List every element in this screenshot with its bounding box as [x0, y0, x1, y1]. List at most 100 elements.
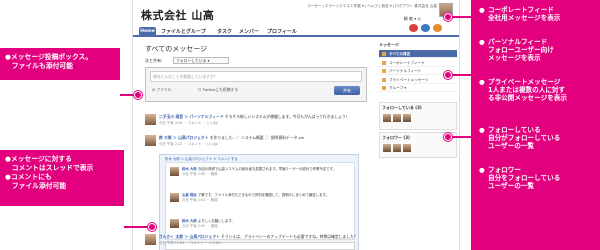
sidebar-item-label: グループ ▾	[389, 86, 407, 90]
share-label: 次と共有:	[145, 58, 163, 63]
bullet-icon: ●	[479, 78, 485, 86]
feed-icon	[382, 60, 386, 65]
twitter-label: Twitterにも投稿する	[202, 87, 239, 92]
sidebar-item-label: プライベートメッセージ	[389, 77, 429, 82]
following-panel: フォローしている (3)	[379, 102, 457, 130]
attach-file-button[interactable]: ⊘ ファイル	[152, 87, 172, 93]
avatar[interactable]	[145, 234, 156, 245]
feed-body: そろそろ新しいシステムが稼働します。今日もがんばって行きましょう!	[223, 114, 348, 119]
bullet-icon: ●	[479, 6, 485, 14]
paperclip-icon: ⊘	[152, 87, 156, 92]
main-content: すべてのメッセージ 次と共有: フォローしている ▾ 現在どんなことを取組してい…	[133, 38, 373, 250]
app-window: 株式会社 山高 ユーザー | エラーリクエスト件数 ▾ | ヘルプ | 設定 ▾…	[132, 0, 460, 250]
sidebar-item-label: すべての発言	[389, 52, 411, 56]
mail-icon	[382, 77, 386, 82]
feed-author[interactable]: 鈴 大郎 ＞ 山高パロジェクト	[159, 135, 209, 140]
feed-body: そういえば、プライバシーのアップデートも必要ですね。時期は確定しました？	[219, 234, 358, 239]
avatar[interactable]	[170, 219, 179, 228]
reply-author[interactable]: 山高 翔太	[182, 193, 197, 197]
bullet-icon: ●	[479, 166, 485, 174]
group-icon	[382, 86, 386, 90]
avatar[interactable]	[145, 114, 156, 125]
checkbox-icon: ☐	[198, 87, 202, 92]
sidebar-item-label: コーポレートフィード	[389, 60, 425, 65]
reply-body: 今回の改修で山高システムの設計者も変更されます。早速ユーザーの設計で作業予定です…	[197, 167, 336, 171]
callout-item-text: パーソナルフィード フォローユーザー向け メッセージを表示	[488, 38, 554, 63]
callout-marker	[444, 71, 452, 79]
bullet-icon: ●	[479, 38, 485, 46]
following-heading: フォローしている (3)	[382, 105, 422, 110]
feed-meta[interactable]: 今日 午後 3:54 ・ コメント ・ いいね!	[159, 120, 219, 125]
share-select[interactable]: フォローしている ▾	[173, 57, 229, 64]
thread-header[interactable]: 鈴木 大郎 ＞ 山高パロジェクト ✎ コメントする	[165, 156, 238, 161]
feed-icon	[382, 52, 386, 56]
sidebar-item-corporate[interactable]: コーポレートフィード	[379, 58, 457, 67]
callout-composer: ●メッセージ投稿ボックス。 ファイルも添付可能	[0, 48, 120, 80]
message-icon[interactable]	[421, 24, 430, 32]
feed-icon	[382, 69, 386, 73]
callout-thread-text: ●メッセージに対する コメントはスレッドで表示 ●コメントにも ファイル添付可能	[5, 155, 94, 190]
attach-label: ファイル	[156, 87, 172, 92]
avatar[interactable]	[383, 114, 391, 122]
company-logo[interactable]: 株式会社 山高	[141, 7, 214, 23]
callout-composer-text: ●メッセージ投稿ボックス。 ファイルも添付可能	[5, 53, 93, 70]
avatar[interactable]	[393, 114, 401, 122]
tab-tasks[interactable]: タスク	[217, 28, 232, 35]
callout-thread: ●メッセージに対する コメントはスレッドで表示 ●コメントにも ファイル添付可能	[0, 150, 124, 206]
tab-profile[interactable]: プロフィール	[267, 28, 297, 35]
tab-members[interactable]: メンバー	[239, 28, 259, 35]
avatar[interactable]	[393, 144, 401, 152]
message-composer: 現在どんなことを取組していますか？ ⊘ ファイル ☐ Twitterにも投稿する…	[145, 67, 367, 102]
reply-meta[interactable]: 今日 午後 2:41 ・ 削除	[182, 198, 218, 202]
alert-icon[interactable]	[433, 24, 442, 32]
avatar[interactable]	[170, 167, 179, 176]
avatar[interactable]	[170, 193, 179, 202]
sidebar-heading-messages: メッセージ	[379, 42, 399, 47]
feed-text: 二子玉川 雨音 ＞ パーソナルフィード そろそろ新しいシステムが稼働します。今日…	[159, 114, 369, 119]
reply-body: よろしくお願いします。	[197, 219, 235, 223]
sidebar-item-groups[interactable]: グループ ▾	[379, 84, 457, 92]
reply-body: 了解です。ファイル添付もできるので資料を確認して、週明けにまとめて報告します。	[197, 193, 329, 197]
callout-item-text: フォローしている 自分がフォローしている ユーザーの一覧	[488, 126, 561, 151]
message-input[interactable]: 現在どんなことを取組していますか？	[150, 71, 362, 82]
feed-author[interactable]: さんかく 太郎 ＞ 山高パロジェクト	[159, 234, 220, 239]
callout-panel-right: ● コーポレートフィード 全社用メッセージを表示 ● パーソナルフィード フォロ…	[471, 0, 600, 250]
callout-item-text: プライベートメッセージ 1人または複数の人に対す る非公開メッセージを表示	[488, 78, 567, 103]
feed-text: 鈴 大郎 ＞ 山高パロジェクト を作りました: 📄 システム概要 📄 説明資料デ…	[159, 135, 369, 140]
feed-meta[interactable]: 今日 午前 11:04 ・ コメント ・ いいね!	[159, 240, 221, 245]
callout-marker	[444, 133, 452, 141]
callout-marker	[134, 91, 142, 99]
reply-meta[interactable]: 今日 午後 2:55 ・ 削除	[182, 224, 218, 228]
reply-author[interactable]: 鈴木 大郎	[182, 167, 197, 171]
notification-icon[interactable]	[409, 24, 418, 32]
user-menu[interactable]: 鶴 敏 ▾ ◎	[404, 16, 421, 22]
nav-icons	[409, 24, 449, 34]
reply-list: 鈴木 大郎 今回の改修で山高システムの設計者も変更されます。早速ユーザーの設計で…	[165, 162, 355, 240]
callout-item-text: コーポレートフィード 全社用メッセージを表示	[488, 6, 561, 23]
feed-author[interactable]: 二子玉川 雨音 ＞ パーソナルフィード	[159, 114, 224, 119]
avatar[interactable]	[145, 135, 156, 146]
reply-text: 鈴木 大郎 今回の改修で山高システムの設計者も変更されます。早速ユーザーの設計で…	[182, 167, 352, 176]
reply-text: 鈴木 大郎 よろしくお願いします。 今日 午後 2:55 ・ 削除	[182, 219, 352, 228]
post-button[interactable]: 共有	[334, 86, 360, 95]
reply-meta[interactable]: 今日 午後 2:30 ・ 削除	[182, 172, 218, 176]
connector-line	[124, 226, 150, 228]
callout-item-text: フォロワー 自分をフォローしている ユーザーの一覧	[488, 166, 561, 191]
callout-marker	[148, 223, 156, 231]
page-title: すべてのメッセージ	[145, 45, 208, 53]
top-links[interactable]: ユーザー | エラーリクエスト件数 ▾ | ヘルプ | 設定 ▾ | ログアウト…	[307, 4, 437, 9]
feed-body: を作りました: 📄 システム概要 📄 説明資料データ.xls	[208, 135, 304, 140]
avatar[interactable]	[403, 114, 411, 122]
tab-home[interactable]: Home	[139, 27, 156, 36]
sidebar-item-all[interactable]: すべての発言	[379, 50, 457, 58]
reply-author[interactable]: 鈴木 大郎	[182, 219, 197, 223]
sidebar-item-label: パーソナルフィード	[389, 69, 422, 73]
bullet-icon: ●	[479, 126, 485, 134]
tab-files-groups[interactable]: ファイルとグループ	[161, 28, 206, 35]
feed-meta[interactable]: 今日 午後 2:22 ・ コメント ・ いいね!	[159, 141, 219, 146]
followers-heading: フォロワー (3)	[382, 135, 410, 140]
callout-marker	[444, 13, 452, 21]
avatar[interactable]	[403, 144, 411, 152]
twitter-checkbox[interactable]: ☐ Twitterにも投稿する	[198, 87, 238, 93]
avatar[interactable]	[383, 144, 391, 152]
